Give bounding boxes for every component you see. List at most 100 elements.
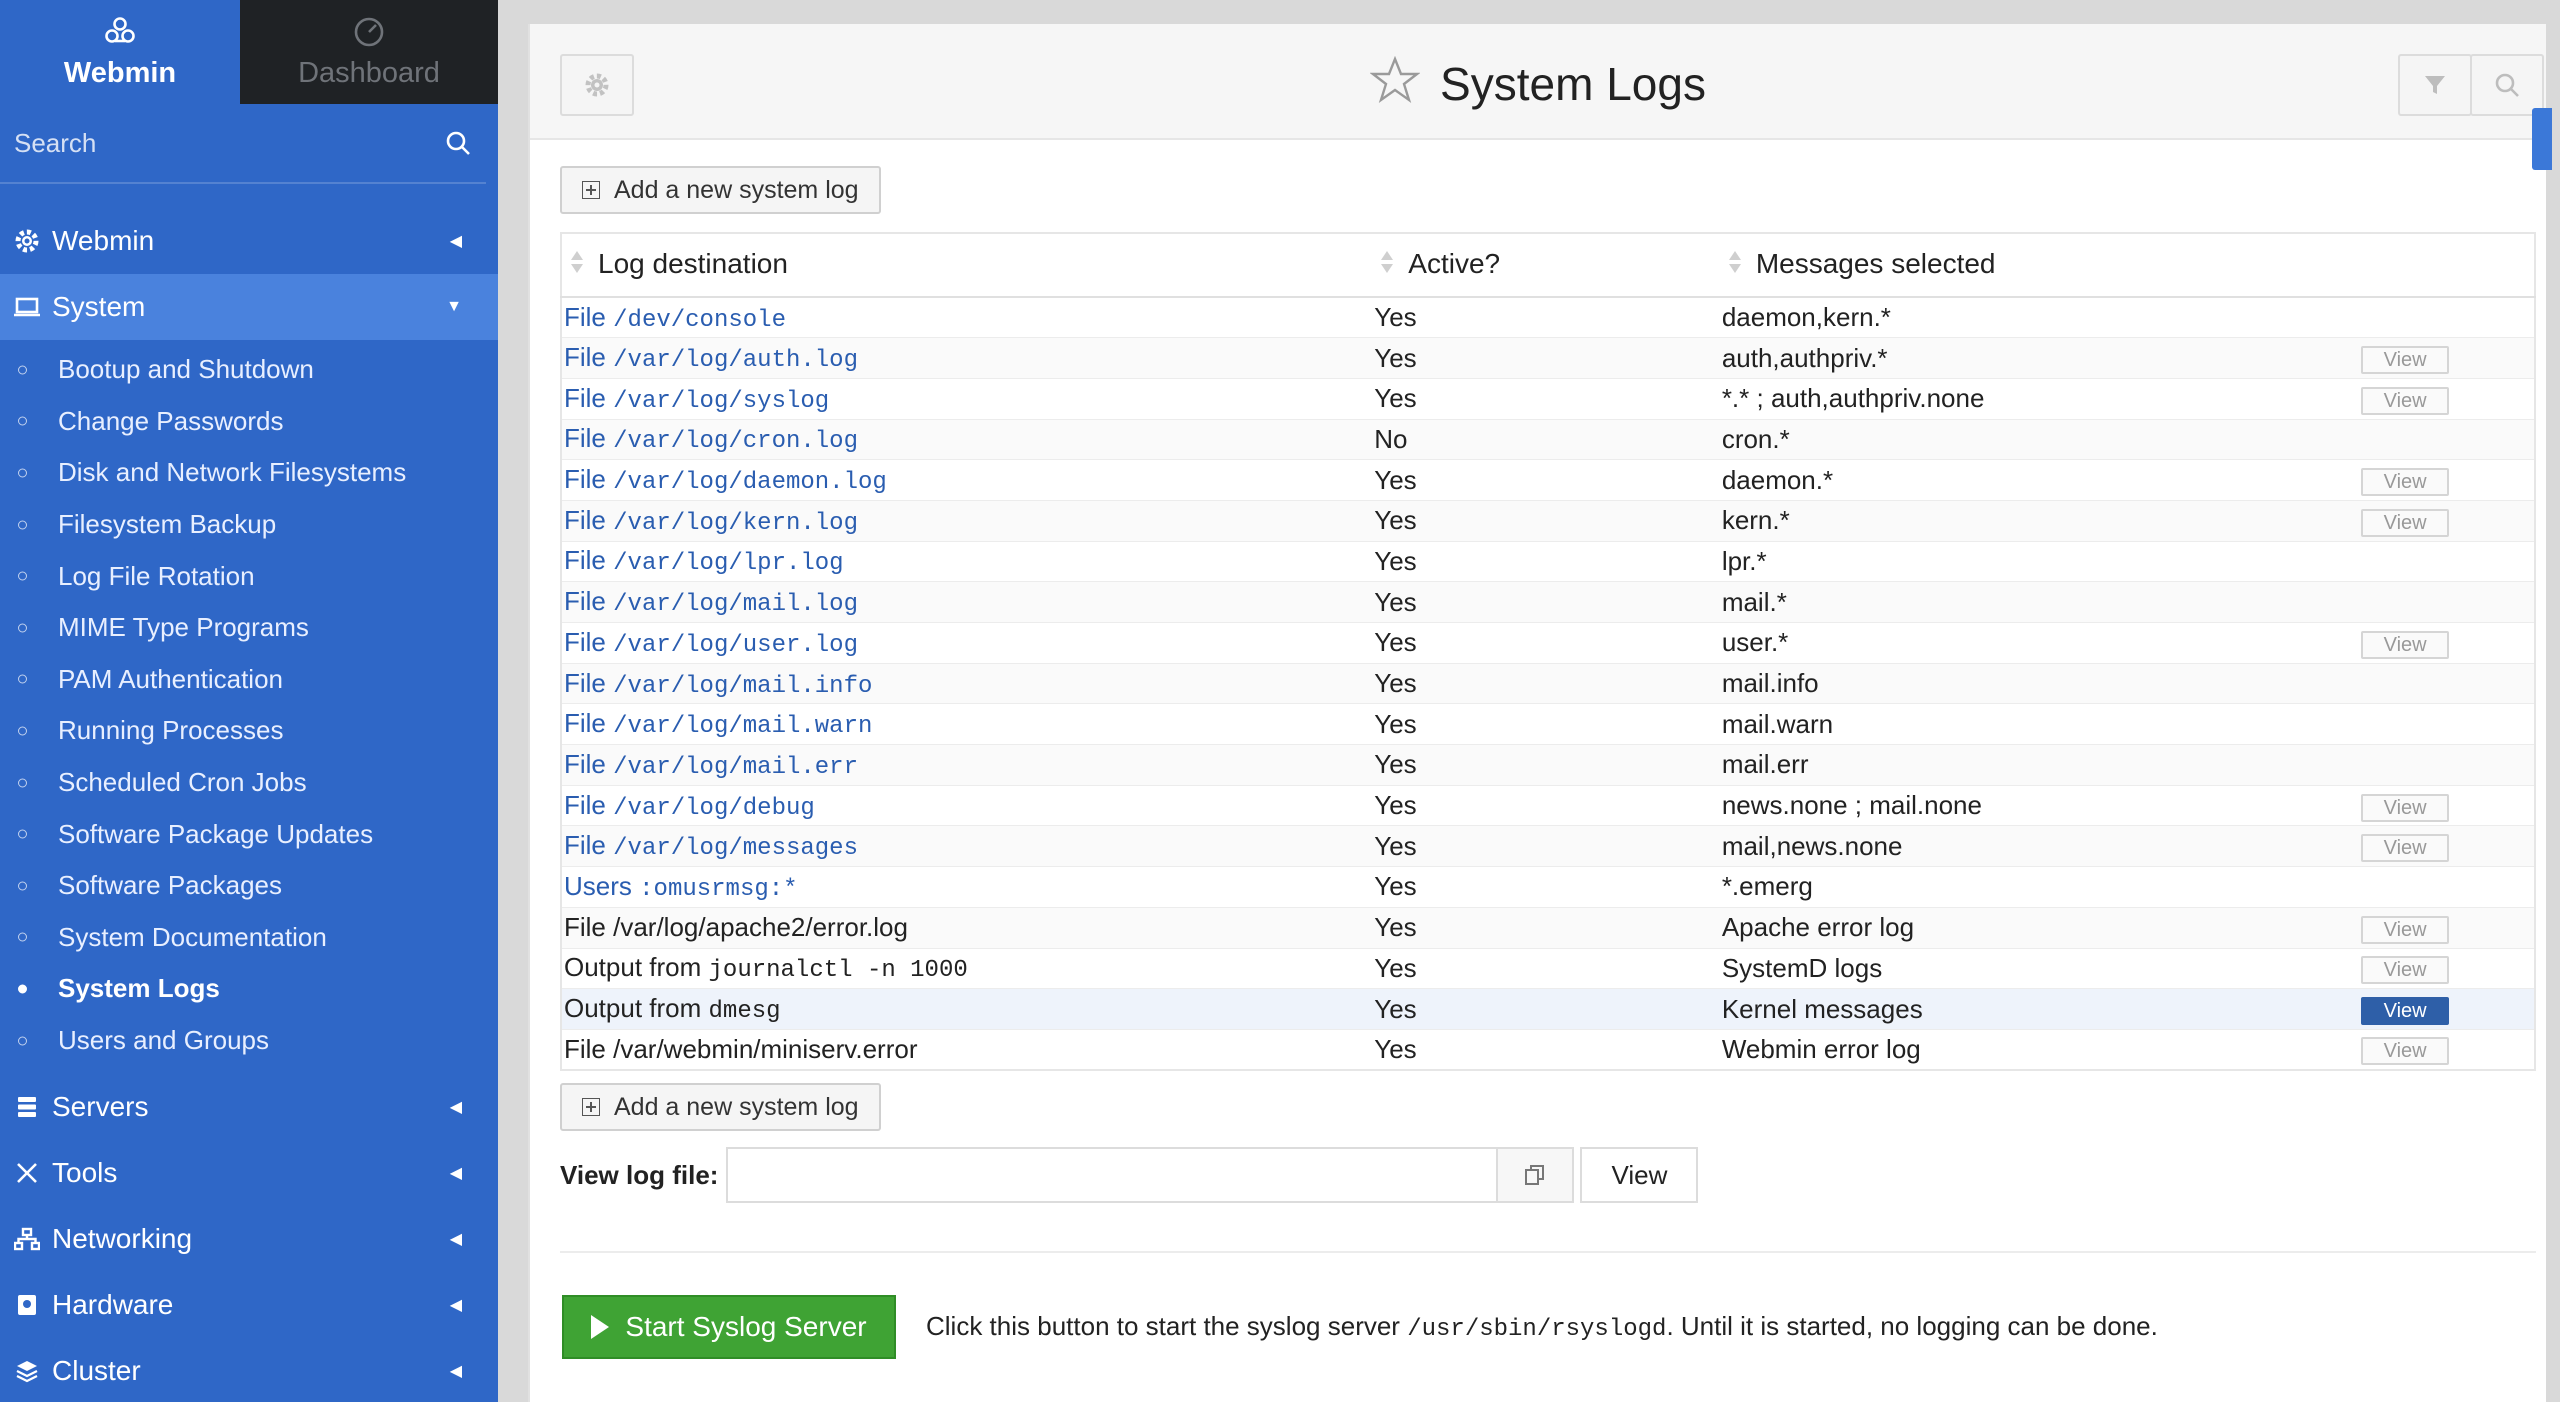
- view-log-button[interactable]: View: [2361, 793, 2450, 822]
- log-destination-link[interactable]: File /var/log/debug: [564, 790, 815, 822]
- log-destination-link[interactable]: File /var/log/cron.log: [564, 423, 858, 455]
- sidebar-item-packages[interactable]: Software Packages: [0, 860, 498, 912]
- sidebar-item-system-logs[interactable]: System Logs: [0, 963, 498, 1015]
- active-cell: Yes: [1372, 907, 1720, 949]
- table-row: File /var/log/user.log Yes user.* View: [561, 622, 2535, 664]
- active-cell: Yes: [1372, 866, 1720, 908]
- table-row: File /var/webmin/miniserv.error Yes Webmin…: [561, 1029, 2535, 1071]
- view-log-button[interactable]: View: [2361, 834, 2450, 863]
- sidebar-item-users-groups[interactable]: Users and Groups: [0, 1015, 498, 1067]
- bullet-icon: [18, 674, 27, 684]
- nav-category-label: Servers: [52, 1091, 149, 1123]
- log-destination-link[interactable]: File /var/log/mail.err: [564, 749, 858, 781]
- log-destination-link[interactable]: File /var/log/daemon.log: [564, 464, 887, 496]
- view-log-button[interactable]: View: [2361, 630, 2450, 659]
- sidebar-item-change-passwords[interactable]: Change Passwords: [0, 396, 498, 448]
- sidebar-item-package-updates[interactable]: Software Package Updates: [0, 808, 498, 860]
- view-log-button[interactable]: View: [2361, 997, 2450, 1026]
- divider: [560, 1251, 2536, 1254]
- log-destination-link[interactable]: File /dev/console: [564, 301, 786, 334]
- note-text: Click this button to start the syslog se…: [926, 1311, 1400, 1342]
- log-destination-link[interactable]: File /var/log/lpr.log: [564, 545, 844, 577]
- sidebar-item-label: Users and Groups: [58, 1025, 269, 1056]
- bullet-icon: [18, 932, 27, 942]
- webmin-brand-tab[interactable]: Webmin: [0, 0, 240, 104]
- start-syslog-server-button[interactable]: Start Syslog Server: [562, 1295, 896, 1360]
- caret-left-icon: ◀: [449, 1165, 462, 1183]
- view-log-button[interactable]: View: [2361, 508, 2450, 537]
- sidebar-item-filesystems[interactable]: Disk and Network Filesystems: [0, 447, 498, 499]
- log-file-input[interactable]: [726, 1147, 1497, 1204]
- active-cell: Yes: [1372, 1029, 1720, 1071]
- table-row: File /var/log/debug Yes news.none ; mail.n…: [561, 785, 2535, 827]
- add-system-log-button[interactable]: Add a new system log: [560, 166, 881, 214]
- log-destination-link[interactable]: Users :omusrmsg:*: [564, 871, 798, 903]
- view-log-button[interactable]: View: [2361, 915, 2450, 944]
- destination-type: File: [564, 301, 606, 332]
- page-header: System Logs: [530, 24, 2552, 170]
- destination-type: Output from: [564, 993, 702, 1024]
- view-log-button[interactable]: View: [2361, 1037, 2450, 1066]
- sidebar-item-mime-types[interactable]: MIME Type Programs: [0, 602, 498, 654]
- bullet-icon: [18, 829, 27, 839]
- view-log-button[interactable]: View: [2361, 956, 2450, 985]
- bullet-icon: [18, 416, 27, 426]
- sidebar-item-pam[interactable]: PAM Authentication: [0, 654, 498, 706]
- nav-category-hardware[interactable]: Hardware ◀: [0, 1272, 498, 1338]
- view-log-file-button[interactable]: View: [1580, 1147, 1699, 1204]
- log-destination-link[interactable]: File /var/log/user.log: [564, 627, 858, 659]
- file-chooser-button[interactable]: [1496, 1147, 1575, 1204]
- view-log-button[interactable]: View: [2361, 468, 2450, 497]
- log-destination-link[interactable]: File /var/log/mail.log: [564, 586, 858, 618]
- star-icon[interactable]: [1369, 55, 1421, 115]
- sort-icon: [1380, 249, 1394, 282]
- nav-category-tools[interactable]: Tools ◀: [0, 1140, 498, 1206]
- add-button-label: Add a new system log: [614, 175, 859, 204]
- messages-cell: cron.*: [1719, 419, 2360, 461]
- note-text-end: . Until it is started, no logging can be…: [1666, 1311, 2158, 1342]
- sidebar-item-bootup[interactable]: Bootup and Shutdown: [0, 344, 498, 396]
- sidebar-item-processes[interactable]: Running Processes: [0, 705, 498, 757]
- sidebar-item-filesystem-backup[interactable]: Filesystem Backup: [0, 499, 498, 551]
- laptop-icon: [12, 292, 42, 322]
- messages-cell: Apache error log: [1719, 907, 2360, 949]
- sidebar-item-label: Software Packages: [58, 870, 283, 901]
- log-destination-link[interactable]: File /var/log/kern.log: [564, 505, 858, 537]
- page-search-button[interactable]: [2470, 54, 2544, 116]
- nav-category-webmin[interactable]: Webmin ◀: [0, 208, 498, 274]
- column-header-active[interactable]: Active?: [1372, 233, 1720, 298]
- nav-category-label: Networking: [52, 1223, 193, 1255]
- nav-category-cluster[interactable]: Cluster ◀: [0, 1338, 498, 1402]
- column-header-label: Messages selected: [1755, 247, 1996, 279]
- nav-category-servers[interactable]: Servers ◀: [0, 1074, 498, 1140]
- table-row: Output from dmesg Yes Kernel messages View: [561, 988, 2535, 1030]
- column-header-messages[interactable]: Messages selected: [1719, 233, 2535, 298]
- table-row: File /var/log/mail.info Yes mail.info: [561, 663, 2535, 705]
- view-log-button[interactable]: View: [2361, 386, 2450, 415]
- add-system-log-button-bottom[interactable]: Add a new system log: [560, 1083, 881, 1132]
- view-log-button[interactable]: View: [2361, 346, 2450, 375]
- sidebar-item-log-rotation[interactable]: Log File Rotation: [0, 550, 498, 602]
- messages-cell: daemon,kern.*: [1719, 297, 2360, 339]
- destination-path: :omusrmsg:*: [639, 875, 798, 903]
- log-destination-link[interactable]: File /var/log/mail.info: [564, 668, 872, 700]
- nav-category-system[interactable]: System ▼: [0, 274, 498, 340]
- filter-button[interactable]: [2398, 54, 2472, 116]
- search-input[interactable]: [14, 127, 394, 159]
- search-icon: [2495, 73, 2519, 97]
- column-header-destination[interactable]: Log destination: [561, 233, 1373, 298]
- active-cell: Yes: [1372, 337, 1720, 379]
- sidebar-item-cron[interactable]: Scheduled Cron Jobs: [0, 757, 498, 809]
- nav-category-networking[interactable]: Networking ◀: [0, 1206, 498, 1272]
- log-destination-link[interactable]: File /var/log/auth.log: [564, 342, 858, 374]
- right-panel-toggle[interactable]: [2532, 108, 2552, 170]
- log-destination-link[interactable]: File /var/log/mail.warn: [564, 708, 872, 740]
- destination-type: File: [564, 545, 606, 576]
- sidebar-item-documentation[interactable]: System Documentation: [0, 912, 498, 964]
- destination-path: /var/log/messages: [613, 835, 858, 863]
- search-icon[interactable]: [444, 129, 472, 157]
- messages-cell: Kernel messages: [1719, 988, 2360, 1030]
- log-destination-link[interactable]: File /var/log/messages: [564, 830, 858, 863]
- dashboard-tab[interactable]: Dashboard: [240, 0, 498, 104]
- log-destination-link[interactable]: File /var/log/syslog: [564, 383, 829, 415]
